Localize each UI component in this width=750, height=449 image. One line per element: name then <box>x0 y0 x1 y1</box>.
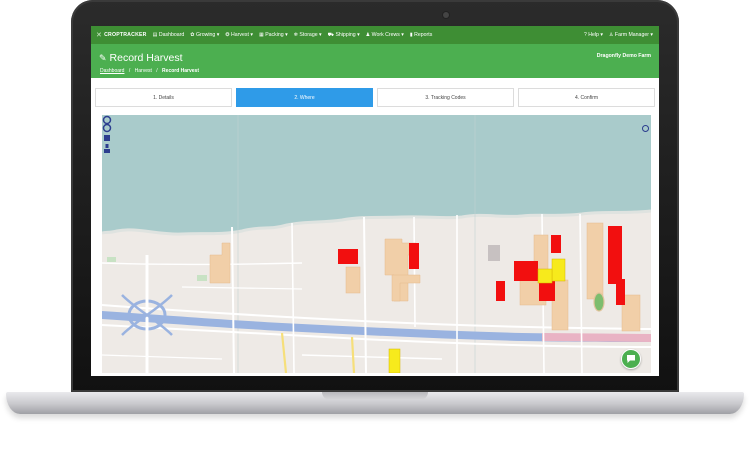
nav-label: Harvest <box>231 32 249 38</box>
field-red[interactable] <box>496 281 505 301</box>
help-icon: ? <box>583 32 587 38</box>
compass-icon[interactable] <box>642 125 649 132</box>
user-icon: ♙ <box>608 32 614 38</box>
breadcrumb-separator: / <box>156 68 158 74</box>
step-confirm[interactable]: 4. Confirm <box>518 88 655 107</box>
storage-icon: ❄ <box>293 32 298 38</box>
field-red[interactable] <box>551 235 561 253</box>
camera <box>443 12 449 18</box>
field-yellow[interactable] <box>551 258 566 282</box>
top-navbar: ✕ CROPTRACKER ▤ Dashboard ✿ Growing ▾ ❂ … <box>91 26 659 44</box>
breadcrumb-harvest[interactable]: Harvest <box>135 68 152 74</box>
wizard-steps: 1. Details 2. Where 3. Tracking Codes 4.… <box>95 88 655 107</box>
zoom-slider-icon[interactable] <box>105 144 109 148</box>
zoom-in-icon[interactable] <box>104 135 110 141</box>
farm-name[interactable]: Dragonfly Demo Farm <box>597 53 651 59</box>
packing-icon: ▦ <box>258 32 264 38</box>
nav-item-harvest[interactable]: ❂ Harvest ▾ <box>225 32 253 38</box>
map-pan-icon[interactable] <box>102 123 112 133</box>
nav-label: Farm Manager <box>614 32 649 38</box>
croptracker-logo-icon: ✕ <box>96 32 103 39</box>
screen: ✕ CROPTRACKER ▤ Dashboard ✿ Growing ▾ ❂ … <box>91 26 659 376</box>
map-road <box>413 216 416 328</box>
chevron-down-icon: ▾ <box>399 32 404 38</box>
field-red[interactable] <box>616 279 625 305</box>
map-building <box>488 245 500 261</box>
chevron-down-icon: ▾ <box>317 32 322 38</box>
page-title-text: Record Harvest <box>109 52 183 64</box>
map-zoom-control[interactable] <box>102 115 112 153</box>
chevron-down-icon: ▾ <box>355 32 360 38</box>
breadcrumb-dashboard[interactable]: Dashboard <box>100 68 124 74</box>
nav-item-growing[interactable]: ✿ Growing ▾ <box>190 32 219 38</box>
field-beige <box>345 266 361 294</box>
nav-label: Packing <box>265 32 284 38</box>
shipping-icon: ⛟ <box>327 31 334 38</box>
dashboard-icon: ▤ <box>152 32 158 38</box>
field-red[interactable] <box>514 261 538 281</box>
chevron-down-icon: ▾ <box>283 32 288 38</box>
map-park <box>107 257 116 262</box>
nav-item-shipping[interactable]: ⛟ Shipping ▾ <box>328 32 360 39</box>
harvest-icon: ❂ <box>225 32 230 38</box>
map-park <box>197 275 207 281</box>
nav-item-dashboard[interactable]: ▤ Dashboard <box>153 32 185 38</box>
field-red[interactable] <box>608 226 622 284</box>
laptop-notch <box>322 392 428 400</box>
work-crews-icon: ♟ <box>365 32 371 38</box>
step-tracking-codes[interactable]: 3. Tracking Codes <box>377 88 514 107</box>
growing-icon: ✿ <box>190 32 195 38</box>
chat-icon <box>627 355 635 363</box>
field-yellow[interactable] <box>388 348 401 373</box>
nav-item-help[interactable]: ? Help ▾ <box>584 32 603 38</box>
field-red[interactable] <box>409 243 419 269</box>
breadcrumb-current: Record Harvest <box>162 68 200 74</box>
nav-item-reports[interactable]: ▮ Reports <box>410 32 432 38</box>
harvest-map[interactable] <box>102 115 651 373</box>
breadcrumb: Dashboard / Harvest / Record Harvest <box>100 68 199 74</box>
page-header: ✎ Record Harvest Dashboard / Harvest / R… <box>91 44 659 78</box>
nav-right: ? Help ▾ ♙ Farm Manager ▾ <box>584 32 653 38</box>
nav-label: Shipping <box>335 32 356 38</box>
field-red[interactable] <box>338 249 358 264</box>
page-title: ✎ Record Harvest <box>99 52 183 64</box>
nav-item-work-crews[interactable]: ♟ Work Crews ▾ <box>366 32 404 38</box>
chat-button[interactable] <box>621 349 641 369</box>
reports-icon: ▮ <box>409 32 413 38</box>
nav-label: Storage <box>299 32 318 38</box>
pencil-icon: ✎ <box>99 52 107 63</box>
brand[interactable]: ✕ CROPTRACKER <box>96 31 147 39</box>
nav-item-storage[interactable]: ❄ Storage ▾ <box>294 32 322 38</box>
chevron-down-icon: ▾ <box>648 32 653 38</box>
map-track <box>593 292 605 312</box>
chevron-down-icon: ▾ <box>215 32 220 38</box>
chevron-down-icon: ▾ <box>248 32 253 38</box>
step-where[interactable]: 2. Where <box>236 88 373 107</box>
field-beige <box>586 222 604 300</box>
nav-label: Reports <box>414 32 433 38</box>
nav-label: Help <box>588 32 599 38</box>
nav-label: Growing <box>195 32 216 38</box>
nav-item-packing[interactable]: ▦ Packing ▾ <box>259 32 288 38</box>
step-details[interactable]: 1. Details <box>95 88 232 107</box>
nav-label: Work Crews <box>371 32 400 38</box>
nav-label: Dashboard <box>158 32 185 38</box>
field-yellow[interactable] <box>537 268 553 284</box>
brand-name: CROPTRACKER <box>104 32 147 38</box>
nav-item-farm-manager[interactable]: ♙ Farm Manager ▾ <box>609 32 653 38</box>
map-highway-segment <box>542 333 651 342</box>
zoom-out-icon[interactable] <box>104 149 110 153</box>
breadcrumb-separator: / <box>128 68 131 74</box>
map-canvas[interactable] <box>102 115 651 373</box>
map-pan-icon[interactable] <box>102 115 112 125</box>
chevron-down-icon: ▾ <box>598 32 603 38</box>
